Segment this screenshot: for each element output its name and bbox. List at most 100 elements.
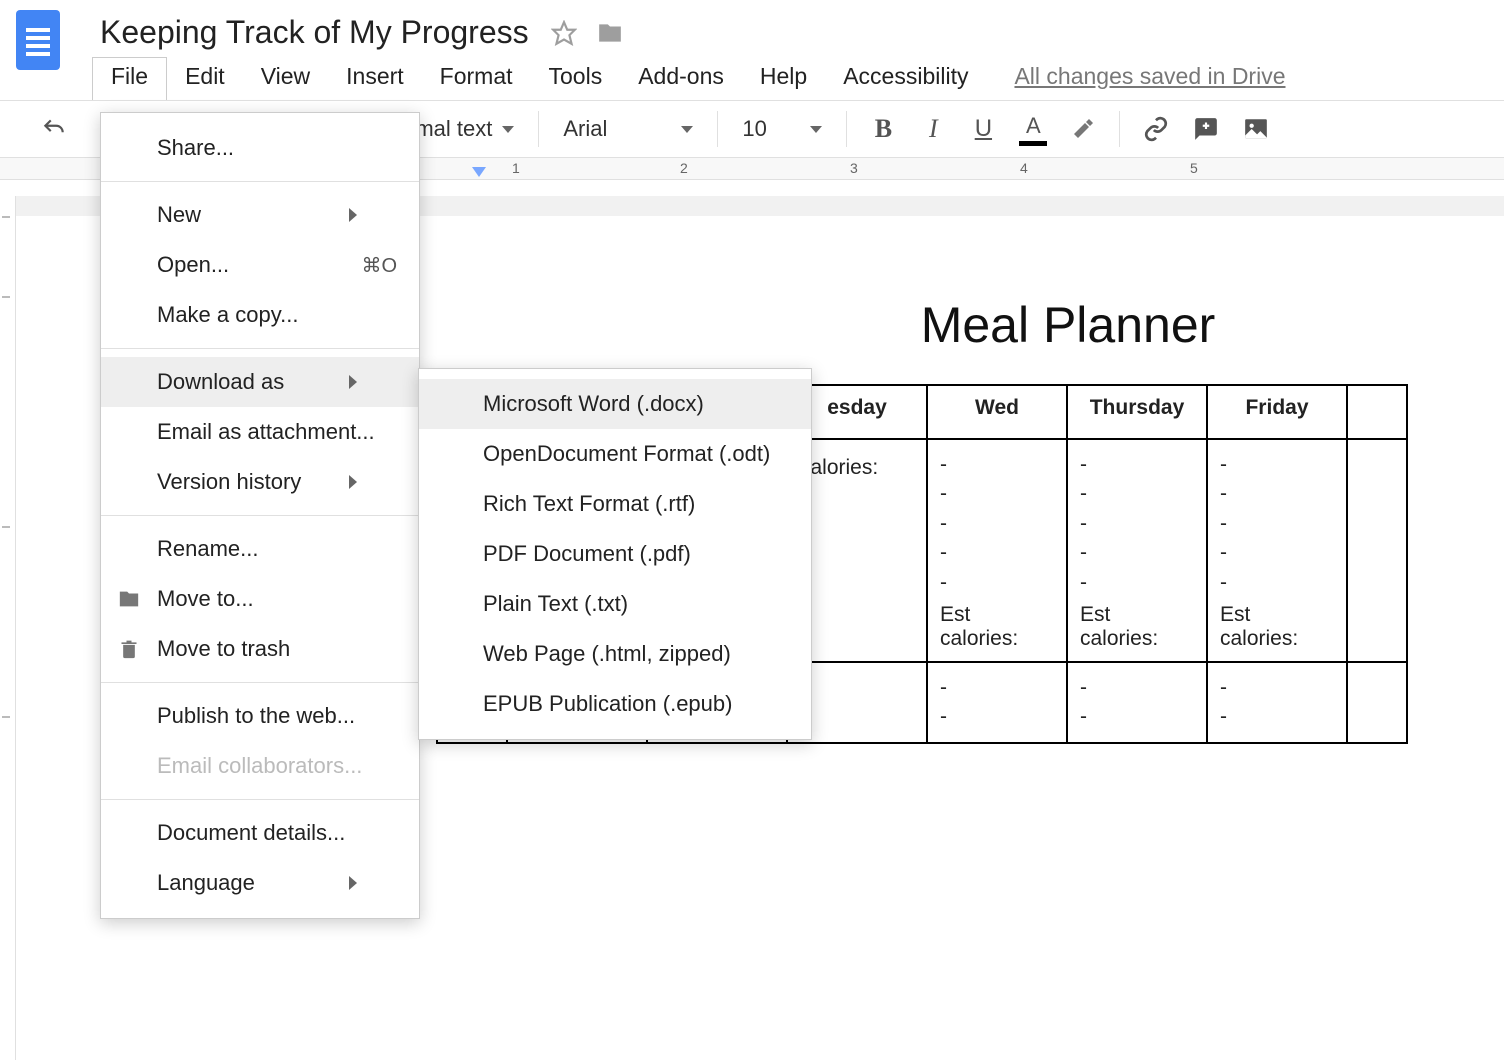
dash: - [1220, 450, 1334, 479]
bold-button[interactable]: B [861, 109, 905, 149]
menu-new[interactable]: New [101, 190, 419, 240]
menu-open-shortcut: ⌘O [321, 253, 397, 278]
table-cell[interactable] [1347, 662, 1407, 743]
dash: - [1080, 509, 1194, 538]
menu-tools[interactable]: Tools [531, 57, 621, 100]
text-color-letter: A [1026, 113, 1041, 139]
caret-down-icon [810, 126, 822, 133]
outline-mark [2, 526, 10, 528]
text-color-button[interactable]: A [1011, 109, 1055, 149]
menu-separator [101, 682, 419, 683]
table-cell[interactable]: - - - - - Est calories: [1067, 439, 1207, 662]
menu-email-attachment[interactable]: Email as attachment... [101, 407, 419, 457]
dash: - [1080, 450, 1194, 479]
submenu-arrow-icon [349, 375, 397, 389]
menu-publish[interactable]: Publish to the web... [101, 691, 419, 741]
est-label: Est calories: [1080, 603, 1194, 651]
menu-open[interactable]: Open... ⌘O [101, 240, 419, 290]
trash-icon [117, 637, 141, 661]
dash: - [1080, 702, 1194, 731]
menu-accessibility[interactable]: Accessibility [825, 57, 986, 100]
outline-strip [0, 196, 16, 1060]
menu-separator [101, 799, 419, 800]
ruler-number: 5 [1190, 160, 1198, 176]
download-html[interactable]: Web Page (.html, zipped) [419, 629, 811, 679]
table-cell[interactable]: - - [1207, 662, 1347, 743]
menu-version-history[interactable]: Version history [101, 457, 419, 507]
font-select-value: Arial [563, 116, 607, 142]
menu-open-label: Open... [157, 252, 229, 278]
add-comment-button[interactable] [1184, 109, 1228, 149]
document-title[interactable]: Keeping Track of My Progress [96, 12, 533, 53]
header-column: Keeping Track of My Progress File Edit V… [96, 10, 1286, 100]
italic-button[interactable]: I [911, 109, 955, 149]
menu-share[interactable]: Share... [101, 123, 419, 173]
menu-document-details[interactable]: Document details... [101, 808, 419, 858]
dash: - [940, 479, 1054, 508]
save-status[interactable]: All changes saved in Drive [1014, 57, 1285, 100]
download-txt[interactable]: Plain Text (.txt) [419, 579, 811, 629]
dash: - [940, 538, 1054, 567]
menu-addons[interactable]: Add-ons [620, 57, 742, 100]
insert-link-button[interactable] [1134, 109, 1178, 149]
download-rtf[interactable]: Rich Text Format (.rtf) [419, 479, 811, 529]
dash: - [1220, 538, 1334, 567]
folder-icon[interactable] [595, 20, 625, 46]
submenu-arrow-icon [349, 475, 397, 489]
toolbar-separator [538, 111, 539, 147]
menu-move-to[interactable]: Move to... [101, 574, 419, 624]
ruler-number: 2 [680, 160, 688, 176]
table-cell[interactable]: - - - - - Est calories: [927, 439, 1067, 662]
font-select[interactable]: Arial [553, 116, 703, 142]
dash: - [940, 568, 1054, 597]
menu-file[interactable]: File [92, 57, 167, 100]
download-pdf[interactable]: PDF Document (.pdf) [419, 529, 811, 579]
menu-download-as[interactable]: Download as [101, 357, 419, 407]
menu-separator [101, 348, 419, 349]
menu-insert[interactable]: Insert [328, 57, 422, 100]
menu-view[interactable]: View [243, 57, 328, 100]
menu-move-trash[interactable]: Move to trash [101, 624, 419, 674]
menu-separator [101, 181, 419, 182]
menu-email-collaborators: Email collaborators... [101, 741, 419, 791]
table-cell[interactable]: - - [927, 662, 1067, 743]
docs-logo-icon[interactable] [16, 10, 60, 70]
download-docx[interactable]: Microsoft Word (.docx) [419, 379, 811, 429]
file-menu-dropdown: Share... New Open... ⌘O Make a copy... D… [100, 112, 420, 919]
outline-mark [2, 296, 10, 298]
dash: - [940, 450, 1054, 479]
dash: - [800, 702, 914, 731]
menu-language[interactable]: Language [101, 858, 419, 908]
table-cell[interactable]: - - - - - Est calories: [1207, 439, 1347, 662]
ruler-number: 1 [512, 160, 520, 176]
dash: - [1220, 479, 1334, 508]
table-cell[interactable] [1347, 439, 1407, 662]
table-header: Friday [1207, 385, 1347, 439]
caret-down-icon [502, 126, 514, 133]
dash: - [1220, 673, 1334, 702]
menu-format[interactable]: Format [422, 57, 531, 100]
download-odt[interactable]: OpenDocument Format (.odt) [419, 429, 811, 479]
font-size-select[interactable]: 10 [732, 116, 832, 142]
table-cell[interactable]: - - [1067, 662, 1207, 743]
menu-rename[interactable]: Rename... [101, 524, 419, 574]
download-epub[interactable]: EPUB Publication (.epub) [419, 679, 811, 729]
undo-button[interactable] [32, 109, 76, 149]
underline-button[interactable]: U [961, 109, 1005, 149]
menu-help[interactable]: Help [742, 57, 825, 100]
highlight-button[interactable] [1061, 109, 1105, 149]
outline-mark [2, 716, 10, 718]
menu-download-label: Download as [157, 369, 284, 395]
star-icon[interactable] [551, 20, 577, 46]
toolbar-separator [717, 111, 718, 147]
menu-make-copy[interactable]: Make a copy... [101, 290, 419, 340]
ruler-number: 4 [1020, 160, 1028, 176]
indent-marker-icon[interactable] [472, 167, 486, 177]
dash: - [1220, 702, 1334, 731]
menu-edit[interactable]: Edit [167, 57, 243, 100]
insert-image-button[interactable] [1234, 109, 1278, 149]
menu-language-label: Language [157, 870, 255, 896]
toolbar-separator [846, 111, 847, 147]
font-size-value: 10 [742, 116, 766, 142]
ruler-number: 3 [850, 160, 858, 176]
